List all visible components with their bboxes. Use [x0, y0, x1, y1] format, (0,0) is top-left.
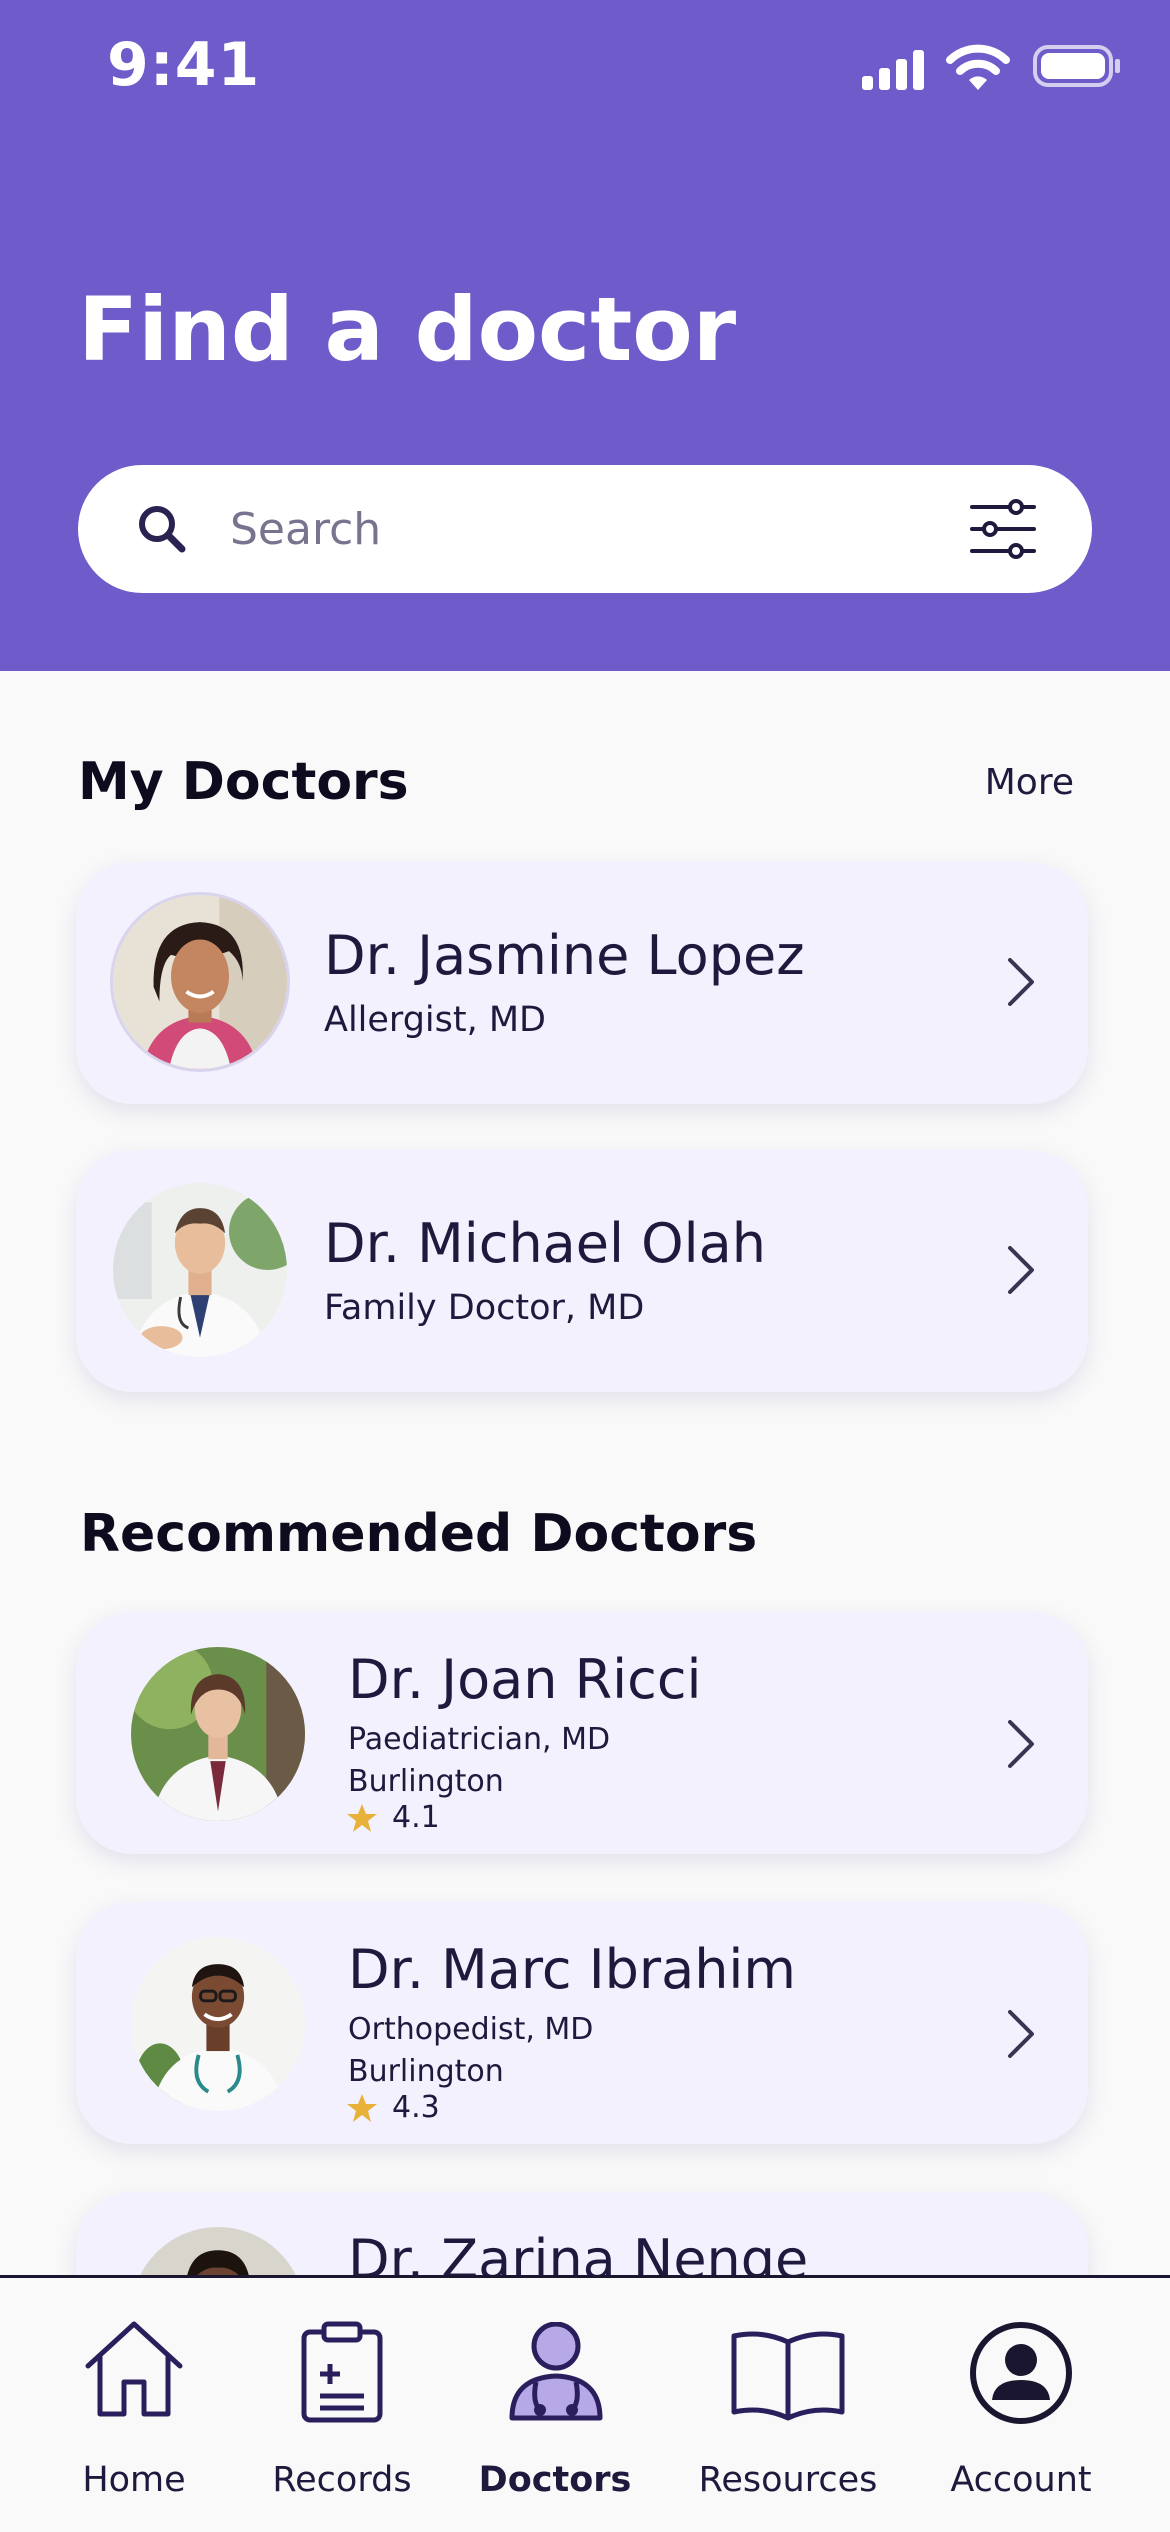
- doctor-location: Burlington: [348, 2054, 504, 2089]
- doctor-specialty: Paediatrician, MD: [348, 1722, 611, 1757]
- recommended-doctor-card[interactable]: Dr. Marc Ibrahim Orthopedist, MD Burling…: [76, 1902, 1088, 2144]
- doctor-name: Dr. Joan Ricci: [348, 1648, 702, 1711]
- tab-label: Resources: [698, 2460, 878, 2500]
- tab-account[interactable]: Account: [940, 2278, 1102, 2532]
- search-input[interactable]: [230, 487, 970, 571]
- wifi-icon: [946, 44, 1010, 90]
- recommended-doctor-card[interactable]: Dr. Joan Ricci Paediatrician, MD Burling…: [76, 1612, 1088, 1854]
- tab-doctors[interactable]: Doctors: [476, 2278, 634, 2532]
- tab-label: Doctors: [478, 2460, 632, 2500]
- tab-bar: Home Records Doctors Resources Account: [0, 2275, 1170, 2532]
- tab-label: Account: [950, 2460, 1092, 2500]
- doctor-avatar: [110, 892, 290, 1072]
- status-time: 9:41: [107, 30, 261, 100]
- doctor-avatar: [128, 1934, 308, 2114]
- doctor-location: Burlington: [348, 1764, 504, 1799]
- tab-home[interactable]: Home: [60, 2278, 208, 2532]
- doctor-specialty: Allergist, MD: [324, 1000, 546, 1040]
- doctor-avatar: [110, 1180, 290, 1360]
- search-icon: [139, 506, 186, 553]
- doctor-rating: 4.1: [346, 1800, 440, 1835]
- tab-label: Records: [272, 2460, 412, 2500]
- doctor-rating: 4.3: [346, 2090, 440, 2125]
- chevron-right-icon: [1008, 2010, 1034, 2058]
- doctor-photo: [131, 1647, 305, 1821]
- star-icon: [347, 2093, 377, 2122]
- rating-value: 4.1: [392, 1800, 440, 1835]
- doctor-photo: [113, 895, 287, 1069]
- doctor-photo: [131, 1937, 305, 2111]
- doctor-name: Dr. Marc Ibrahim: [348, 1938, 797, 2001]
- clipboard-icon: [301, 2321, 383, 2423]
- signal-icon: [862, 50, 924, 90]
- chevron-right-icon: [1008, 1246, 1034, 1294]
- filter-icon[interactable]: [968, 499, 1038, 559]
- battery-icon: [1033, 45, 1120, 87]
- tab-records[interactable]: Records: [262, 2278, 422, 2532]
- doctor-specialty: Orthopedist, MD: [348, 2012, 594, 2047]
- search-bar[interactable]: [78, 465, 1092, 593]
- recommended-title: Recommended Doctors: [80, 1504, 758, 1564]
- more-link[interactable]: More: [985, 762, 1074, 803]
- doctor-card[interactable]: Dr. Jasmine Lopez Allergist, MD: [76, 862, 1088, 1104]
- doctor-avatar: [128, 1644, 308, 1824]
- star-icon: [347, 1803, 377, 1832]
- doctor-photo: [113, 1183, 287, 1357]
- chevron-right-icon: [1008, 958, 1034, 1006]
- doctor-card[interactable]: Dr. Michael Olah Family Doctor, MD: [76, 1150, 1088, 1392]
- doctor-specialty: Family Doctor, MD: [324, 1288, 645, 1328]
- page-title: Find a doctor: [78, 278, 737, 381]
- tab-label: Home: [82, 2460, 186, 2500]
- chevron-right-icon: [1008, 1720, 1034, 1768]
- doctor-name: Dr. Michael Olah: [324, 1212, 766, 1275]
- doctor-icon: [509, 2322, 603, 2421]
- book-icon: [731, 2331, 845, 2421]
- my-doctors-title: My Doctors: [78, 752, 409, 812]
- rating-value: 4.3: [392, 2090, 440, 2125]
- home-icon: [85, 2321, 183, 2417]
- account-icon: [970, 2322, 1072, 2424]
- doctor-name: Dr. Jasmine Lopez: [324, 924, 805, 987]
- header: 9:41 Find a doctor: [0, 0, 1170, 671]
- tab-resources[interactable]: Resources: [690, 2278, 886, 2532]
